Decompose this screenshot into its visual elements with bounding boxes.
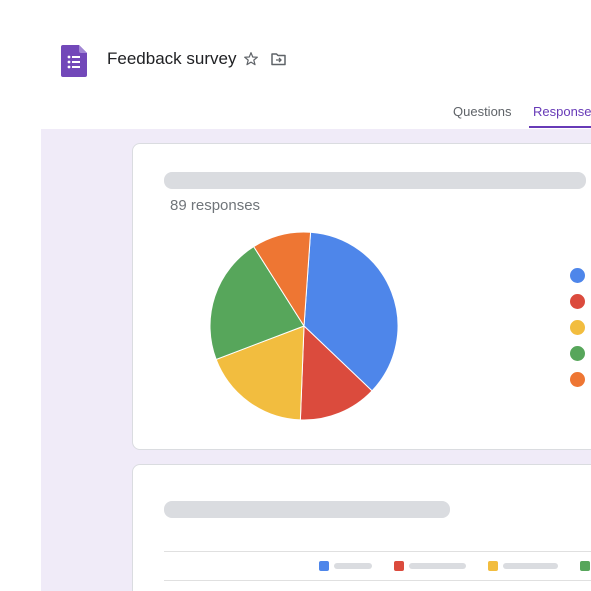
- legend-dot-1: [570, 268, 585, 283]
- legend-label-placeholder: [409, 563, 466, 569]
- question-card-2: [132, 464, 591, 591]
- forms-icon[interactable]: [61, 45, 87, 77]
- legend-dot-4: [570, 346, 585, 361]
- active-tab-indicator: [529, 126, 591, 128]
- tab-responses[interactable]: Responses: [533, 104, 591, 119]
- tab-questions[interactable]: Questions: [453, 104, 512, 119]
- legend-label-placeholder: [334, 563, 372, 569]
- divider-top: [164, 551, 591, 552]
- divider-bottom: [164, 580, 591, 581]
- legend-dot-5: [570, 372, 585, 387]
- legend-label-placeholder: [503, 563, 558, 569]
- responses-count: 89 responses: [170, 197, 261, 214]
- legend-swatch-green: [580, 561, 590, 571]
- legend-swatch-red: [394, 561, 404, 571]
- star-icon[interactable]: [243, 51, 259, 67]
- legend-swatch-blue: [319, 561, 329, 571]
- question-title-placeholder-2: [164, 501, 450, 518]
- legend-swatch-yellow: [488, 561, 498, 571]
- move-to-folder-icon[interactable]: [271, 52, 286, 66]
- document-title[interactable]: Feedback survey: [107, 49, 236, 69]
- legend-dot-3: [570, 320, 585, 335]
- pie-chart: [209, 231, 399, 421]
- legend-dot-2: [570, 294, 585, 309]
- forms-responses-page: Feedback survey Questions Responses 89 r…: [0, 0, 591, 591]
- question-title-placeholder: [164, 172, 586, 189]
